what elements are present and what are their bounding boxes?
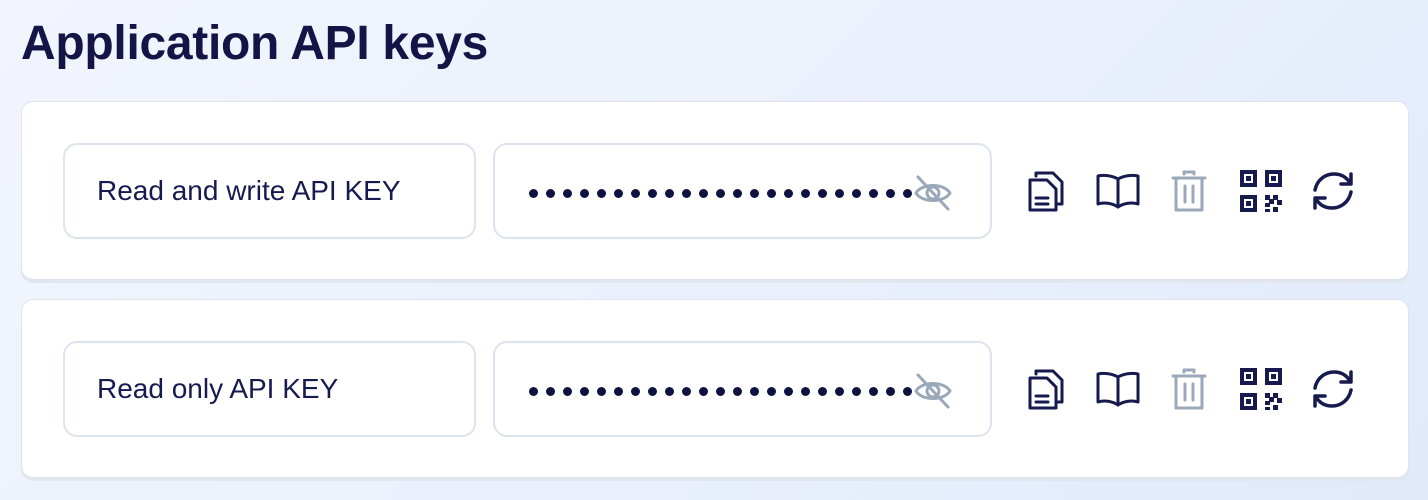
book-icon[interactable]: [1095, 167, 1141, 215]
trash-icon[interactable]: [1166, 365, 1212, 413]
api-key-value-field[interactable]: •••••••••••••••••••••••••: [493, 341, 992, 437]
eye-slash-icon[interactable]: [912, 172, 954, 214]
masked-api-key: •••••••••••••••••••••••••: [529, 179, 917, 207]
copy-icon[interactable]: [1023, 365, 1069, 413]
qr-code-icon[interactable]: [1238, 365, 1284, 413]
api-key-name-field[interactable]: Read only API KEY: [63, 341, 476, 437]
book-icon[interactable]: [1095, 365, 1141, 413]
copy-icon[interactable]: [1023, 167, 1069, 215]
page-title: Application API keys: [21, 17, 489, 70]
api-key-value-field[interactable]: •••••••••••••••••••••••••: [493, 143, 992, 239]
trash-icon[interactable]: [1166, 167, 1212, 215]
api-key-name-field[interactable]: Read and write API KEY: [63, 143, 476, 239]
qr-code-icon[interactable]: [1238, 167, 1284, 215]
api-key-card-read-only: Read only API KEY ••••••••••••••••••••••…: [21, 299, 1409, 478]
refresh-icon[interactable]: [1310, 167, 1356, 215]
refresh-icon[interactable]: [1310, 365, 1356, 413]
api-key-card-read-write: Read and write API KEY •••••••••••••••••…: [21, 101, 1409, 280]
eye-slash-icon[interactable]: [912, 370, 954, 412]
masked-api-key: •••••••••••••••••••••••••: [529, 377, 917, 405]
